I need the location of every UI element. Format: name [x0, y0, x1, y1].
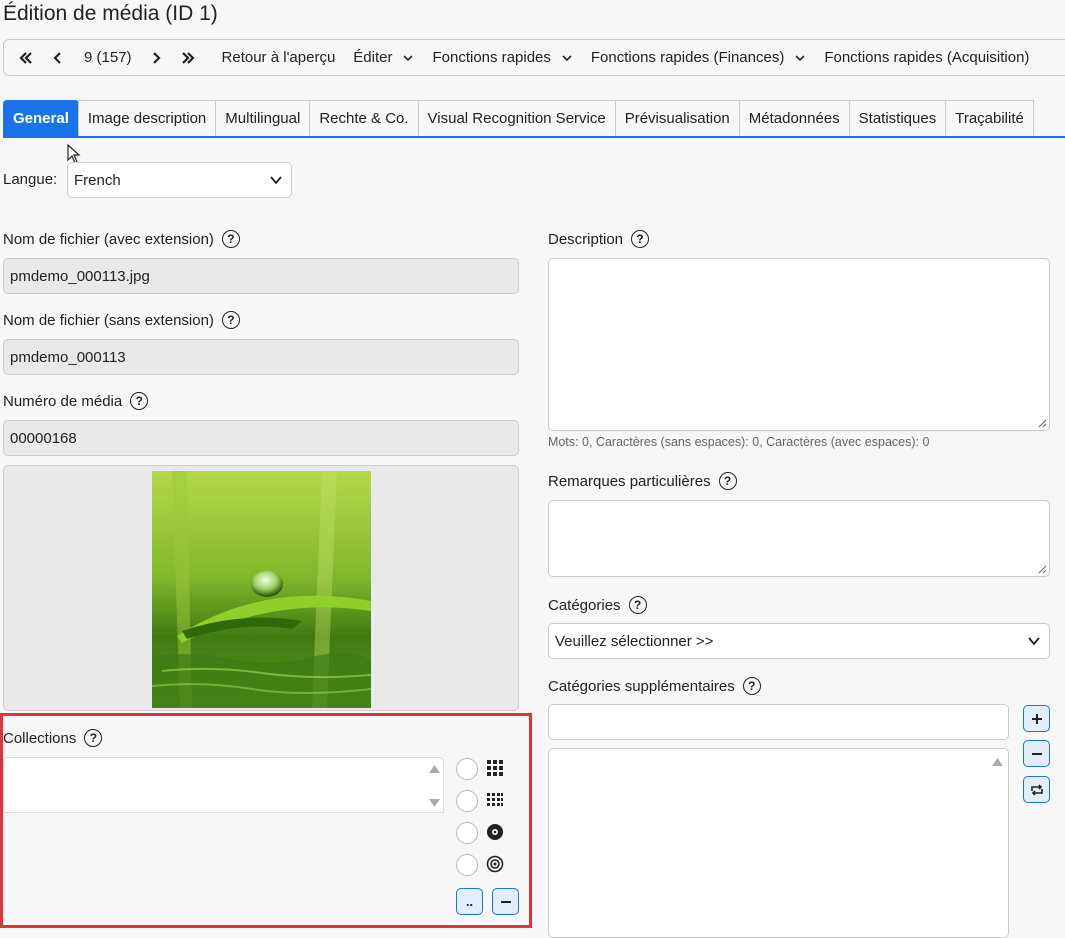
grid-small-icon	[487, 793, 503, 806]
categories-placeholder: Veuillez sélectionner >>	[555, 632, 714, 650]
tab-metadata[interactable]: Métadonnées	[738, 100, 850, 136]
extra-categories-input[interactable]	[548, 704, 1009, 740]
filename-ext-label-text: Nom de fichier (avec extension)	[3, 230, 214, 248]
collection-view-radio[interactable]	[456, 822, 478, 844]
tab-rights[interactable]: Rechte & Co.	[309, 100, 419, 136]
help-icon[interactable]: ?	[742, 677, 761, 695]
help-icon[interactable]: ?	[628, 596, 647, 614]
collection-view-radio[interactable]	[456, 790, 478, 812]
record-counter: 9 (157)	[84, 49, 132, 66]
filename-noext-label: Nom de fichier (sans extension) ?	[3, 311, 240, 329]
filename-noext-label-text: Nom de fichier (sans extension)	[3, 311, 214, 329]
extra-categories-label-text: Catégories supplémentaires	[548, 677, 735, 695]
help-icon[interactable]: ?	[718, 472, 737, 490]
browse-collections-button[interactable]: ..	[456, 888, 483, 915]
description-label: Description ?	[548, 230, 650, 248]
collections-label: Collections ?	[3, 729, 103, 747]
language-label: Langue:	[3, 171, 58, 188]
quick-functions-finances-menu[interactable]: Fonctions rapides (Finances)	[591, 49, 806, 66]
minus-icon	[500, 900, 511, 903]
help-icon[interactable]: ?	[221, 311, 240, 329]
first-page-icon[interactable]	[14, 46, 38, 70]
chevron-down-icon	[562, 54, 572, 61]
categories-label-text: Catégories	[548, 596, 621, 614]
remarks-label: Remarques particulières ?	[548, 472, 737, 490]
help-icon[interactable]: ?	[130, 392, 149, 410]
scroll-down-icon[interactable]	[428, 798, 441, 808]
filename-ext-field[interactable]: pmdemo_000113.jpg	[3, 258, 519, 294]
help-icon[interactable]: ?	[631, 230, 650, 248]
quick-functions-label: Fonctions rapides	[432, 49, 551, 66]
tab-bar: General Image description Multilingual R…	[3, 100, 1065, 138]
chevron-down-icon	[795, 54, 805, 61]
collections-list[interactable]	[3, 757, 444, 813]
record-toolbar: 9 (157) Retour à l'aperçu Éditer Fonctio…	[3, 39, 1065, 76]
back-to-overview-link[interactable]: Retour à l'aperçu	[222, 49, 336, 66]
media-number-label: Numéro de média ?	[3, 392, 149, 410]
replace-category-button[interactable]	[1023, 776, 1050, 803]
back-to-overview-label: Retour à l'aperçu	[221, 49, 336, 66]
grid-large-icon	[487, 760, 503, 776]
quick-functions-acquisition-label: Fonctions rapides (Acquisition)	[824, 49, 1030, 66]
quick-functions-acquisition-menu[interactable]: Fonctions rapides (Acquisition)	[824, 49, 1029, 66]
scroll-up-icon[interactable]	[428, 764, 441, 774]
tab-preview[interactable]: Prévisualisation	[614, 100, 740, 136]
description-counts: Mots: 0, Caractères (sans espaces): 0, C…	[548, 435, 930, 449]
categories-label: Catégories ?	[548, 596, 647, 614]
add-category-button[interactable]	[1023, 705, 1050, 732]
resize-handle-icon[interactable]	[1038, 565, 1047, 574]
remove-category-button[interactable]	[1023, 740, 1050, 767]
quick-functions-menu[interactable]: Fonctions rapides	[432, 49, 572, 66]
remove-collection-button[interactable]	[492, 888, 519, 915]
minus-icon	[1031, 752, 1042, 755]
chevron-down-icon	[270, 176, 282, 185]
remarks-textarea[interactable]	[548, 500, 1050, 577]
remarks-label-text: Remarques particulières	[548, 472, 711, 490]
media-number-label-text: Numéro de média	[3, 392, 123, 410]
mouse-cursor-icon	[67, 144, 81, 164]
filename-noext-field[interactable]: pmdemo_000113	[3, 339, 519, 375]
quick-functions-finances-label: Fonctions rapides (Finances)	[590, 49, 785, 66]
media-thumbnail[interactable]	[152, 471, 371, 708]
plus-icon	[1031, 713, 1042, 724]
filename-ext-label: Nom de fichier (avec extension) ?	[3, 230, 240, 248]
tab-multilingual[interactable]: Multilingual	[215, 100, 311, 136]
edit-menu-label: Éditer	[353, 49, 393, 66]
help-icon[interactable]: ?	[221, 230, 240, 248]
next-icon[interactable]	[144, 46, 168, 70]
resize-handle-icon[interactable]	[1038, 419, 1047, 428]
previous-icon[interactable]	[46, 46, 70, 70]
language-select[interactable]: French	[67, 162, 292, 198]
description-label-text: Description	[548, 230, 624, 248]
last-page-icon[interactable]	[176, 46, 200, 70]
extra-categories-list[interactable]	[548, 748, 1009, 938]
tab-traceability[interactable]: Traçabilité	[945, 100, 1034, 136]
categories-select[interactable]: Veuillez sélectionner >>	[548, 623, 1050, 659]
swap-icon	[1030, 783, 1043, 796]
page-title: Édition de média (ID 1)	[3, 2, 218, 25]
collection-view-radio[interactable]	[456, 758, 478, 780]
language-value: French	[74, 171, 121, 189]
help-icon[interactable]: ?	[84, 729, 103, 747]
media-number-field[interactable]: 00000168	[3, 420, 519, 456]
collection-view-radio[interactable]	[456, 854, 478, 876]
edit-menu[interactable]: Éditer	[353, 49, 414, 66]
media-preview	[3, 465, 519, 711]
tab-statistics[interactable]: Statistiques	[848, 100, 947, 136]
tab-visual-recognition[interactable]: Visual Recognition Service	[417, 100, 616, 136]
disc-icon	[487, 824, 503, 840]
scroll-up-icon[interactable]	[991, 757, 1004, 767]
chevron-down-icon	[1028, 637, 1040, 646]
description-textarea[interactable]	[548, 258, 1050, 431]
tab-image-description[interactable]: Image description	[77, 100, 217, 136]
chevron-down-icon	[403, 54, 414, 61]
tab-general[interactable]: General	[3, 100, 79, 136]
disc-outline-icon	[486, 855, 504, 873]
extra-categories-label: Catégories supplémentaires ?	[548, 677, 761, 695]
collections-label-text: Collections	[3, 729, 77, 747]
